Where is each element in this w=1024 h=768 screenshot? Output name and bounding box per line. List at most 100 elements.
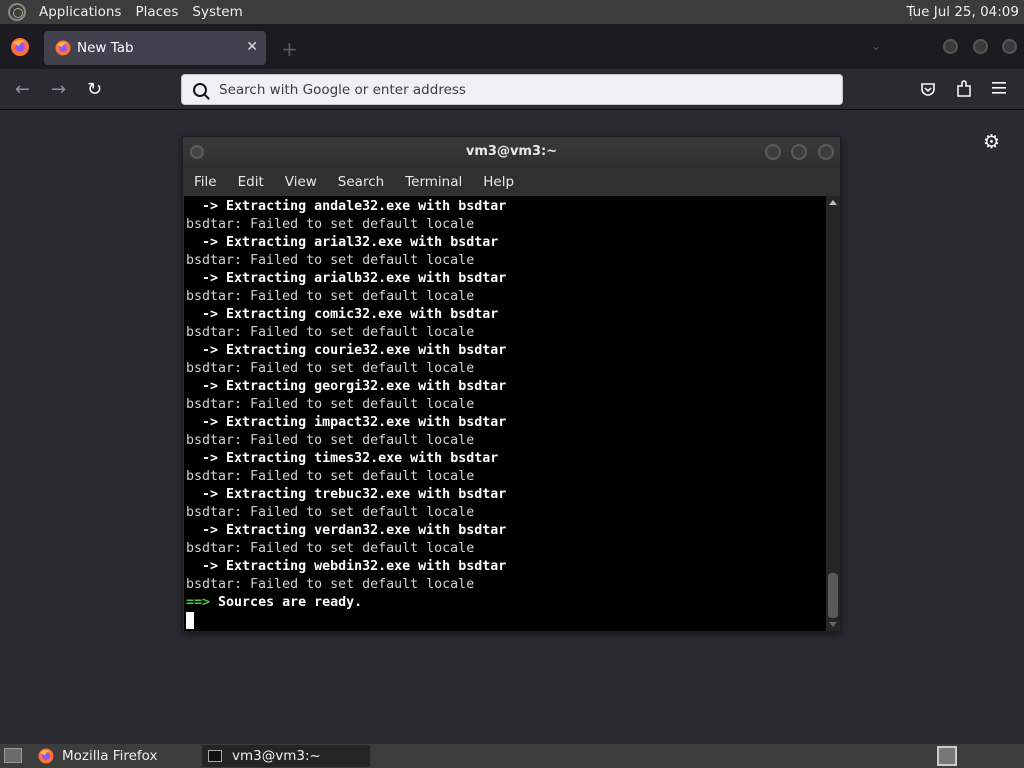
address-bar[interactable] xyxy=(181,74,843,105)
terminal-line: -> Extracting arial32.exe with bsdtar xyxy=(186,234,826,252)
terminal-scrollbar[interactable] xyxy=(826,196,840,631)
menu-applications[interactable]: Applications xyxy=(32,4,128,20)
terminal-cursor xyxy=(186,612,194,629)
terminal-line: bsdtar: Failed to set default locale xyxy=(186,468,826,486)
close-tab-icon[interactable]: ✕ xyxy=(246,39,258,55)
line-text: bsdtar: Failed to set default locale xyxy=(186,253,475,268)
taskbar-item-firefox[interactable]: Mozilla Firefox xyxy=(30,745,200,767)
forward-arrow-icon[interactable]: → xyxy=(51,79,66,100)
line-prefix: -> xyxy=(186,415,219,430)
line-prefix: -> xyxy=(186,199,219,214)
terminal-line: -> Extracting trebuc32.exe with bsdtar xyxy=(186,486,826,504)
line-text: bsdtar: Failed to set default locale xyxy=(186,469,475,484)
terminal-line: bsdtar: Failed to set default locale xyxy=(186,432,826,450)
terminal-line: -> Extracting courie32.exe with bsdtar xyxy=(186,342,826,360)
line-text: Extracting times32.exe with bsdtar xyxy=(218,451,499,466)
line-text: Extracting georgi32.exe with bsdtar xyxy=(218,379,507,394)
terminal-prompt-line xyxy=(186,612,826,630)
firefox-view-icon[interactable] xyxy=(10,37,30,57)
url-input[interactable] xyxy=(219,81,819,98)
terminal-maximize-icon[interactable] xyxy=(791,144,807,160)
terminal-line: bsdtar: Failed to set default locale xyxy=(186,216,826,234)
terminal-icon xyxy=(208,750,222,762)
show-desktop-icon[interactable] xyxy=(4,748,22,763)
line-text: Extracting arialb32.exe with bsdtar xyxy=(218,271,507,286)
line-text: Extracting webdin32.exe with bsdtar xyxy=(218,559,507,574)
terminal-line: -> Extracting times32.exe with bsdtar xyxy=(186,450,826,468)
line-prefix: ==> xyxy=(186,595,211,610)
taskbar-item-terminal[interactable]: vm3@vm3:~ xyxy=(202,745,370,767)
terminal-line: -> Extracting webdin32.exe with bsdtar xyxy=(186,558,826,576)
terminal-menu-terminal[interactable]: Terminal xyxy=(405,174,462,190)
scrollbar-thumb[interactable] xyxy=(828,573,838,618)
terminal-line: bsdtar: Failed to set default locale xyxy=(186,396,826,414)
line-text: bsdtar: Failed to set default locale xyxy=(186,289,475,304)
scroll-up-arrow-icon[interactable] xyxy=(829,200,837,205)
line-text: bsdtar: Failed to set default locale xyxy=(186,217,475,232)
close-window-icon[interactable] xyxy=(1002,39,1017,54)
terminal-line: bsdtar: Failed to set default locale xyxy=(186,540,826,558)
terminal-line: bsdtar: Failed to set default locale xyxy=(186,324,826,342)
terminal-line: bsdtar: Failed to set default locale xyxy=(186,576,826,594)
line-prefix: -> xyxy=(186,343,219,358)
terminal-menu-help[interactable]: Help xyxy=(483,174,514,190)
terminal-window: vm3@vm3:~ File Edit View Search Terminal… xyxy=(182,136,841,632)
line-prefix: -> xyxy=(186,559,219,574)
top-panel: Applications Places System Tue Jul 25, 0… xyxy=(0,0,1024,24)
terminal-line: -> Extracting impact32.exe with bsdtar xyxy=(186,414,826,432)
extensions-puzzle-icon[interactable] xyxy=(956,80,972,98)
line-prefix: -> xyxy=(186,379,219,394)
terminal-line: bsdtar: Failed to set default locale xyxy=(186,504,826,522)
line-text: Extracting verdan32.exe with bsdtar xyxy=(218,523,507,538)
navigation-toolbar: ← → ↻ xyxy=(0,69,1024,110)
distro-logo-icon[interactable] xyxy=(8,3,26,21)
clock[interactable]: Tue Jul 25, 04:09 xyxy=(906,4,1019,20)
firefox-icon xyxy=(55,40,71,56)
terminal-minimize-icon[interactable] xyxy=(765,144,781,160)
terminal-menu-file[interactable]: File xyxy=(194,174,217,190)
terminal-line: bsdtar: Failed to set default locale xyxy=(186,360,826,378)
terminal-menu-edit[interactable]: Edit xyxy=(238,174,264,190)
line-text: bsdtar: Failed to set default locale xyxy=(186,361,475,376)
line-text: bsdtar: Failed to set default locale xyxy=(186,397,475,412)
menu-system[interactable]: System xyxy=(185,4,249,20)
line-text: bsdtar: Failed to set default locale xyxy=(186,325,475,340)
terminal-menu-view[interactable]: View xyxy=(285,174,317,190)
search-icon xyxy=(193,82,207,97)
terminal-close-icon[interactable] xyxy=(818,144,834,160)
line-prefix: -> xyxy=(186,487,219,502)
scroll-down-arrow-icon[interactable] xyxy=(829,622,837,627)
line-text: Extracting comic32.exe with bsdtar xyxy=(218,307,499,322)
reload-icon[interactable]: ↻ xyxy=(87,79,102,100)
terminal-line: -> Extracting georgi32.exe with bsdtar xyxy=(186,378,826,396)
tab-new-tab[interactable]: New Tab ✕ xyxy=(44,31,266,65)
new-tab-settings-gear-icon[interactable]: ⚙ xyxy=(983,131,1000,153)
app-menu-hamburger-icon[interactable] xyxy=(992,82,1006,94)
line-text: Sources are ready. xyxy=(210,595,363,610)
line-text: Extracting trebuc32.exe with bsdtar xyxy=(218,487,507,502)
minimize-window-icon[interactable] xyxy=(943,39,958,54)
maximize-window-icon[interactable] xyxy=(973,39,988,54)
list-all-tabs-chevron-icon[interactable]: ⌄ xyxy=(871,39,881,53)
terminal-line: -> Extracting comic32.exe with bsdtar xyxy=(186,306,826,324)
taskbar-label: vm3@vm3:~ xyxy=(232,748,321,764)
line-prefix: -> xyxy=(186,307,219,322)
taskbar-label: Mozilla Firefox xyxy=(62,748,158,764)
line-text: Extracting andale32.exe with bsdtar xyxy=(218,199,507,214)
terminal-line: ==> Sources are ready. xyxy=(186,594,826,612)
terminal-line: bsdtar: Failed to set default locale xyxy=(186,288,826,306)
line-text: bsdtar: Failed to set default locale xyxy=(186,577,475,592)
line-text: bsdtar: Failed to set default locale xyxy=(186,541,475,556)
terminal-titlebar[interactable]: vm3@vm3:~ xyxy=(183,137,840,167)
new-tab-plus-icon[interactable]: + xyxy=(281,37,298,61)
line-text: Extracting courie32.exe with bsdtar xyxy=(218,343,507,358)
menu-places[interactable]: Places xyxy=(128,4,185,20)
terminal-line: bsdtar: Failed to set default locale xyxy=(186,252,826,270)
pocket-icon[interactable] xyxy=(920,81,936,97)
workspace-switcher[interactable] xyxy=(937,746,957,766)
bottom-panel: Mozilla Firefox vm3@vm3:~ xyxy=(0,744,1024,768)
terminal-title: vm3@vm3:~ xyxy=(465,144,558,159)
terminal-menu-search[interactable]: Search xyxy=(338,174,384,190)
back-arrow-icon[interactable]: ← xyxy=(15,79,30,100)
terminal-output[interactable]: -> Extracting andale32.exe with bsdtar bs… xyxy=(184,196,826,631)
